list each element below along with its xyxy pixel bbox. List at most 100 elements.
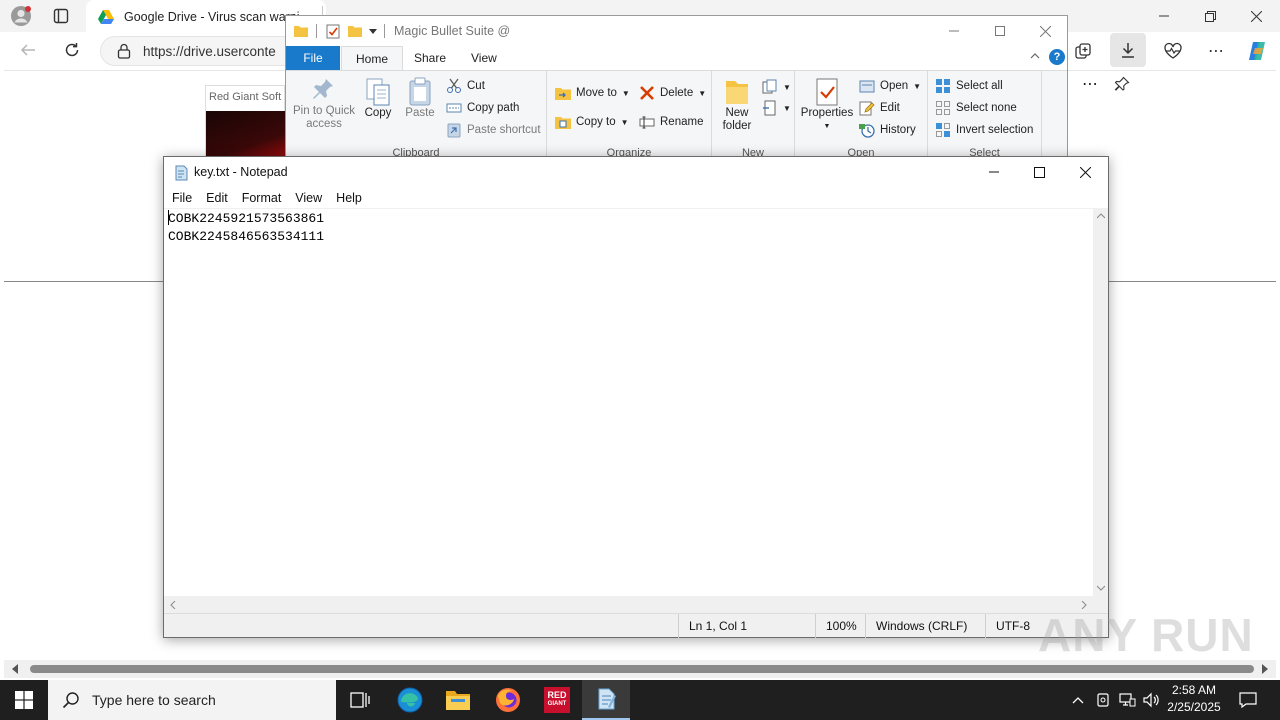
pin-icon (1114, 76, 1130, 91)
copy-path-button[interactable]: Copy path (446, 98, 519, 118)
new-item-button[interactable]: ▼ (762, 77, 791, 97)
paste-label: Paste (405, 107, 435, 119)
scroll-left-icon[interactable] (12, 664, 18, 674)
history-button[interactable]: History (859, 120, 916, 140)
menu-file[interactable]: File (165, 188, 199, 208)
notepad-vertical-scrollbar[interactable] (1093, 208, 1108, 596)
open-button[interactable]: Open ▼ (859, 76, 921, 96)
properties-icon (816, 78, 838, 106)
chevron-up-icon (1072, 697, 1084, 704)
notepad-close-button[interactable] (1062, 157, 1108, 187)
page-pin-button[interactable] (1108, 70, 1136, 98)
copy-button[interactable]: Copy (360, 77, 396, 120)
status-zoom: 100% (815, 614, 865, 638)
browser-restore-button[interactable] (1194, 2, 1226, 30)
tab-actions-icon (53, 8, 69, 24)
copy-to-button[interactable]: Copy to ▼ (555, 112, 629, 132)
red-giant-icon: RED GIANT (544, 687, 570, 713)
menu-edit[interactable]: Edit (199, 188, 235, 208)
ribbon-tab-file[interactable]: File (286, 46, 340, 70)
notepad-title: key.txt - Notepad (194, 165, 288, 179)
tray-volume-icon[interactable] (1140, 680, 1162, 720)
page-horizontal-scrollbar[interactable] (4, 660, 1276, 678)
edit-button[interactable]: Edit (859, 98, 900, 118)
ribbon-tab-view[interactable]: View (457, 46, 511, 70)
pin-to-quick-access-button[interactable]: Pin to Quick access (290, 77, 358, 131)
paste-shortcut-icon (447, 123, 461, 138)
settings-more-button[interactable]: ⋯ (1202, 36, 1230, 66)
qat-dropdown-icon[interactable] (369, 29, 377, 34)
cut-button[interactable]: Cut (446, 76, 485, 96)
notifications-button[interactable] (1234, 680, 1262, 720)
status-line-ending: Windows (CRLF) (865, 614, 985, 638)
refresh-button[interactable] (58, 36, 86, 64)
paste-shortcut-button[interactable]: Paste shortcut (446, 120, 541, 140)
menu-format[interactable]: Format (235, 188, 289, 208)
downloads-button[interactable] (1110, 33, 1146, 67)
invert-selection-button[interactable]: Invert selection (935, 120, 1033, 140)
notepad-horizontal-scrollbar[interactable] (164, 596, 1093, 613)
delete-button[interactable]: Delete ▼ (639, 83, 706, 103)
explorer-minimize-button[interactable] (931, 16, 977, 46)
scroll-right-icon[interactable] (1262, 664, 1268, 674)
ribbon-tab-home[interactable]: Home (341, 46, 404, 70)
menu-view[interactable]: View (288, 188, 329, 208)
browser-close-button[interactable] (1240, 2, 1272, 30)
taskbar-clock[interactable]: 2:58 AM 2/25/2025 (1162, 682, 1226, 716)
taskbar-task-view[interactable] (336, 680, 384, 720)
move-to-button[interactable]: Move to ▼ (555, 83, 630, 103)
show-hidden-icons-button[interactable] (1068, 680, 1088, 720)
red-giant-card[interactable]: Red Giant Soft (205, 85, 286, 166)
taskbar-firefox[interactable] (484, 680, 532, 720)
notepad-menubar: File Edit Format View Help (164, 188, 1108, 208)
page-more-button[interactable]: ⋯ (1076, 70, 1104, 98)
start-button[interactable] (0, 680, 48, 720)
taskbar-red-giant[interactable]: RED GIANT (533, 680, 581, 720)
select-none-button[interactable]: Select none (935, 98, 1017, 118)
select-all-button[interactable]: Select all (935, 76, 1003, 96)
taskbar-search-box[interactable]: Type here to search (48, 680, 336, 720)
copilot-icon (1249, 42, 1265, 60)
tray-network-icon[interactable] (1116, 680, 1138, 720)
menu-help[interactable]: Help (329, 188, 369, 208)
delete-label: Delete (660, 87, 694, 99)
tab-actions-button[interactable] (48, 4, 74, 28)
taskbar-edge[interactable] (386, 680, 434, 720)
paste-button[interactable]: Paste (400, 77, 440, 120)
back-button[interactable] (14, 36, 42, 64)
explorer-close-button[interactable] (1023, 16, 1067, 46)
browser-minimize-button[interactable] (1148, 2, 1180, 30)
page-scroll-thumb[interactable] (30, 665, 1254, 673)
browser-essentials-button[interactable] (1158, 36, 1188, 66)
close-icon (1079, 166, 1091, 178)
title-separator (384, 24, 385, 38)
chevron-down-icon: ▼ (698, 88, 707, 98)
taskbar-file-explorer[interactable] (434, 680, 482, 720)
notepad-text-area[interactable]: COBK2245921573563861 COBK224584656353411… (164, 208, 1093, 596)
copy-path-label: Copy path (467, 102, 520, 114)
chevron-down-icon: ▼ (783, 82, 791, 92)
select-all-icon (936, 79, 950, 93)
ribbon-tab-share[interactable]: Share (400, 46, 460, 70)
notepad-minimize-button[interactable] (971, 157, 1017, 187)
new-folder-button[interactable]: New folder (716, 77, 758, 133)
cut-label: Cut (467, 80, 485, 92)
move-to-label: Move to (576, 87, 617, 99)
anyrun-watermark: ANY RUN (1038, 609, 1254, 661)
easy-access-button[interactable]: ▼ (762, 98, 791, 118)
file-explorer-window: Magic Bullet Suite @ File Home Share Vie… (285, 15, 1068, 159)
copilot-button[interactable] (1242, 36, 1272, 66)
rename-button[interactable]: Rename (639, 112, 703, 132)
notepad-maximize-button[interactable] (1016, 157, 1062, 187)
chevron-down-icon: ▼ (913, 81, 922, 91)
minimize-icon (989, 171, 999, 173)
pin-label: Pin to Quick access (293, 105, 355, 130)
tray-device-icon[interactable] (1092, 680, 1114, 720)
profile-avatar[interactable] (8, 4, 34, 28)
rename-icon (639, 116, 655, 129)
properties-button[interactable]: Properties ▼ (799, 77, 855, 133)
taskbar-notepad[interactable] (582, 680, 630, 720)
collections-button[interactable] (1068, 36, 1098, 66)
help-icon[interactable]: ? (1049, 49, 1065, 65)
explorer-maximize-button[interactable] (977, 16, 1023, 46)
